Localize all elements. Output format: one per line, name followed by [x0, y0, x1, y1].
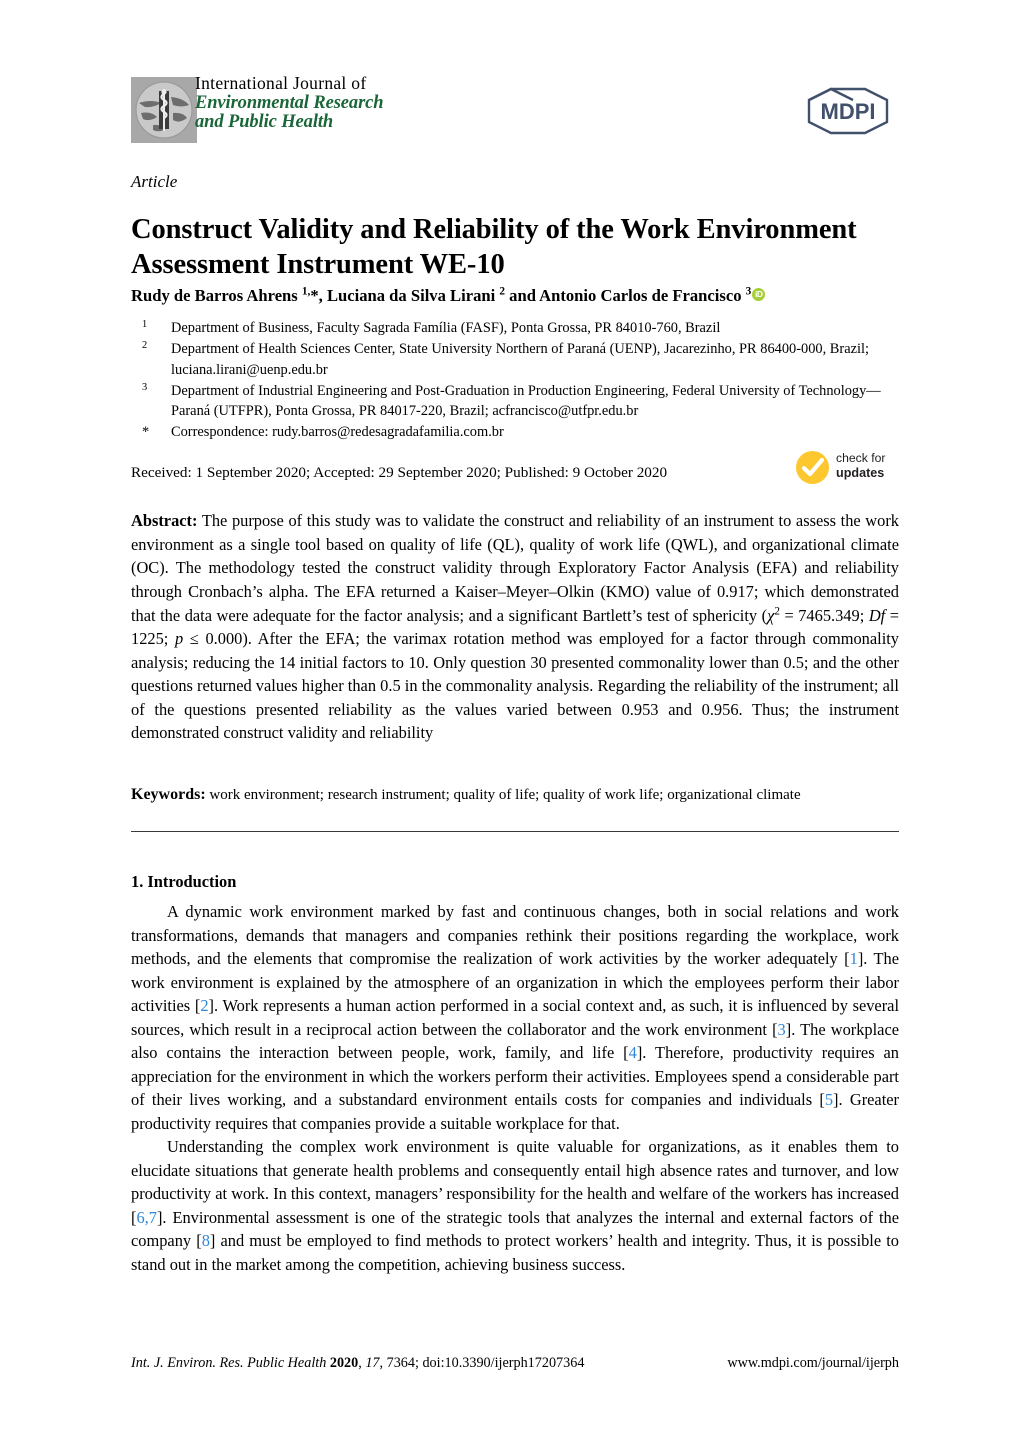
check-for-updates-text: check for updates [836, 451, 885, 481]
journal-name-line1: International Journal of [195, 73, 367, 93]
check-for-updates-line2: updates [836, 465, 885, 480]
keywords-block: Keywords: work environment; research ins… [131, 784, 899, 806]
affiliation-text: Department of Industrial Engineering and… [171, 382, 881, 420]
affiliation-text: Correspondence: rudy.barros@redesagradaf… [171, 423, 504, 440]
article-type-label: Article [131, 172, 178, 191]
mdpi-logo-text: MDPI [821, 99, 876, 124]
masthead: International Journal of Environmental R… [131, 73, 893, 152]
footer-journal-url[interactable]: www.mdpi.com/journal/ijerph [727, 1355, 899, 1372]
ijerph-globe-caduceus-logo [131, 77, 197, 143]
journal-name-line2: Environmental Research [195, 92, 384, 113]
abstract-text: The purpose of this study was to validat… [131, 511, 900, 743]
affiliation-marker: * [142, 423, 150, 440]
author-list: Rudy de Barros Ahrens 1,*, Luciana da Si… [131, 284, 921, 306]
affiliation-row: 3 Department of Industrial Engineering a… [142, 381, 912, 422]
affiliation-row: 1 Department of Business, Faculty Sagrad… [142, 318, 912, 339]
page-title: Construct Validity and Reliability of th… [131, 214, 857, 281]
check-for-updates-badge[interactable]: check for updates [795, 448, 905, 488]
orcid-icon[interactable]: iD [752, 287, 766, 301]
affiliation-marker: 2 [142, 340, 148, 352]
keywords-label: Keywords: [131, 786, 206, 803]
paragraph: Understanding the complex work environme… [131, 1137, 899, 1274]
article-page: International Journal of Environmental R… [0, 0, 1020, 1442]
affiliation-marker: 1 [142, 319, 148, 330]
section-heading-introduction: 1. Introduction [131, 872, 237, 891]
journal-name-line3: and Public Health [195, 111, 334, 132]
affiliation-row: * Correspondence: rudy.barros@redesagrad… [142, 422, 912, 443]
horizontal-divider [131, 831, 899, 832]
affiliation-row: 2 Department of Health Sciences Center, … [142, 339, 912, 380]
keywords-text: work environment; research instrument; q… [209, 787, 801, 803]
affiliation-text: Department of Health Sciences Center, St… [171, 341, 869, 378]
checkmark-icon [795, 450, 830, 485]
affiliation-text: Department of Business, Faculty Sagrada … [171, 320, 721, 336]
page-footer: Int. J. Environ. Res. Public Health 2020… [131, 1355, 899, 1372]
author-line: Rudy de Barros Ahrens 1,*, Luciana da Si… [131, 285, 752, 305]
publication-dates: Received: 1 September 2020; Accepted: 29… [131, 464, 668, 481]
check-for-updates-line1: check for [836, 451, 886, 465]
mdpi-logo: MDPI [803, 86, 893, 136]
footer-citation: Int. J. Environ. Res. Public Health 2020… [131, 1355, 585, 1371]
affiliation-marker: 3 [142, 381, 148, 393]
journal-name: International Journal of Environmental R… [195, 73, 384, 132]
affiliations-list: 1 Department of Business, Faculty Sagrad… [142, 318, 912, 442]
abstract-label: Abstract: [131, 511, 198, 530]
paragraph: A dynamic work environment marked by fas… [131, 902, 899, 1133]
introduction-body: A dynamic work environment marked by fas… [131, 900, 899, 1277]
abstract-block: Abstract: The purpose of this study was … [131, 509, 899, 745]
